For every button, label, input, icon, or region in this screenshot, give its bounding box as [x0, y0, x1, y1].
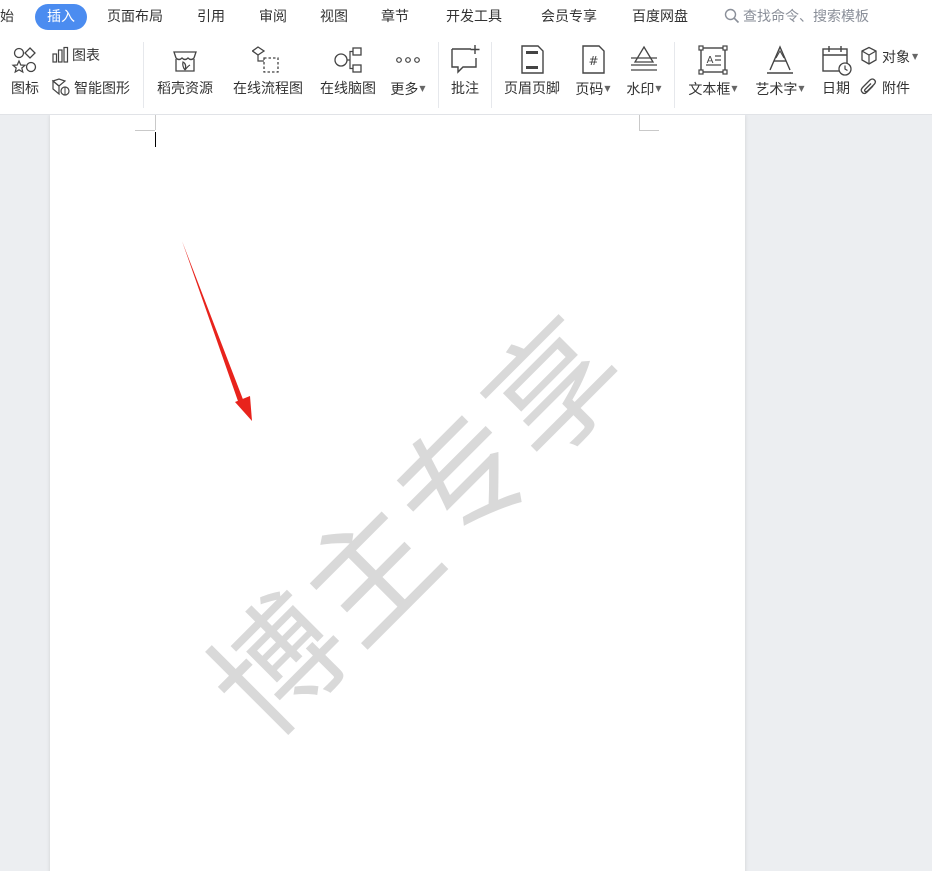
tab-sections[interactable]: 章节 [381, 4, 409, 30]
smartart-button[interactable]: 智能图形 [51, 77, 130, 97]
chevron-down-icon: ▼ [419, 84, 426, 93]
chevron-down-icon: ▼ [731, 84, 738, 93]
ribbon-divider [438, 42, 439, 108]
header-footer-label: 页眉页脚 [504, 81, 560, 97]
comment-label: 批注 [451, 81, 479, 97]
tab-member-exclusive[interactable]: 会员专享 [541, 4, 597, 30]
margin-crop-mark [639, 130, 659, 131]
daoke-resources-button[interactable]: 稻壳资源 [152, 44, 218, 97]
chart-icon [52, 46, 69, 63]
comment-button[interactable]: 批注 [446, 44, 484, 97]
smartart-icon [51, 78, 70, 96]
textbox-icon: A [698, 45, 728, 75]
svg-text:#: # [588, 54, 598, 68]
date-label: 日期 [822, 81, 850, 97]
header-footer-icon [521, 45, 544, 74]
chevron-down-icon: ▼ [655, 84, 662, 93]
smartart-label: 智能图形 [74, 81, 130, 97]
page-number-icon: # [582, 45, 605, 74]
margin-crop-mark [155, 115, 156, 130]
chart-label: 图表 [72, 48, 100, 64]
svg-text:A: A [707, 55, 714, 66]
textbox-label: 文本框 [688, 82, 731, 98]
attachment-button[interactable]: 附件 [859, 77, 910, 97]
tab-review[interactable]: 审阅 [259, 4, 287, 30]
tab-page-layout[interactable]: 页面布局 [107, 4, 163, 30]
text-cursor [155, 132, 156, 147]
page-number-label: 页码 [575, 82, 604, 98]
textbox-button[interactable]: A 文本框▼ [684, 44, 742, 98]
search-placeholder: 查找命令、搜索模板 [743, 9, 869, 25]
online-mindmap-button[interactable]: 在线脑图 [316, 44, 380, 97]
document-canvas: 博主专享 [0, 115, 932, 871]
object-label: 对象 [882, 50, 910, 66]
margin-crop-mark [639, 115, 640, 130]
tab-baidu-netdisk[interactable]: 百度网盘 [632, 4, 688, 30]
watermark-label: 水印 [626, 82, 655, 98]
document-page[interactable]: 博主专享 [50, 115, 745, 871]
more-dots-icon [396, 57, 420, 63]
margin-crop-mark [135, 130, 155, 131]
ribbon-divider [674, 42, 675, 108]
daoke-resources-label: 稻壳资源 [157, 81, 213, 97]
chart-button[interactable]: 图表 [51, 46, 100, 66]
command-search-box[interactable]: 查找命令、搜索模板 [724, 4, 869, 30]
search-icon [724, 8, 740, 24]
online-flowchart-label: 在线流程图 [233, 81, 303, 97]
online-mindmap-label: 在线脑图 [320, 81, 376, 97]
flowchart-icon [252, 46, 279, 73]
insert-ribbon: 图标 图表 智能图形 稻壳资源 在线流程图 在线脑图 更多▼ 批注 页眉页脚 #… [0, 36, 932, 115]
calendar-clock-icon [822, 46, 852, 76]
paperclip-icon [860, 78, 877, 95]
mindmap-icon [334, 47, 362, 73]
tab-start[interactable]: 始 [0, 4, 14, 30]
chevron-down-icon: ▼ [798, 84, 805, 93]
page-watermark: 博主专享 [182, 291, 657, 765]
comment-icon [451, 45, 480, 74]
more-label: 更多 [390, 82, 419, 98]
chevron-down-icon: ▼ [912, 52, 919, 61]
tab-view[interactable]: 视图 [320, 4, 348, 30]
tab-developer-tools[interactable]: 开发工具 [446, 4, 502, 30]
wordart-button[interactable]: 艺术字▼ [751, 44, 809, 98]
cube-icon [861, 46, 877, 65]
icons-icon [11, 47, 37, 74]
menu-tab-bar: 始 插入 页面布局 引用 审阅 视图 章节 开发工具 会员专享 百度网盘 查找命… [0, 0, 932, 36]
chevron-down-icon: ▼ [604, 84, 611, 93]
wordart-label: 艺术字 [755, 82, 798, 98]
tab-references[interactable]: 引用 [197, 4, 225, 30]
ribbon-divider [491, 42, 492, 108]
wordart-icon [767, 45, 793, 74]
online-flowchart-button[interactable]: 在线流程图 [229, 44, 307, 97]
watermark-button[interactable]: 水印▼ [622, 44, 666, 98]
page-number-button[interactable]: # 页码▼ [571, 44, 615, 98]
more-button[interactable]: 更多▼ [386, 44, 430, 98]
object-button[interactable]: 对象 ▼ [859, 46, 918, 66]
store-icon [173, 51, 197, 72]
watermark-icon [631, 45, 657, 71]
ribbon-divider [143, 42, 144, 108]
tab-insert[interactable]: 插入 [35, 4, 87, 30]
date-button[interactable]: 日期 [817, 44, 855, 97]
header-footer-button[interactable]: 页眉页脚 [499, 44, 565, 97]
attachment-label: 附件 [882, 81, 910, 97]
icons-label: 图标 [11, 81, 39, 97]
icons-button[interactable]: 图标 [8, 44, 42, 97]
